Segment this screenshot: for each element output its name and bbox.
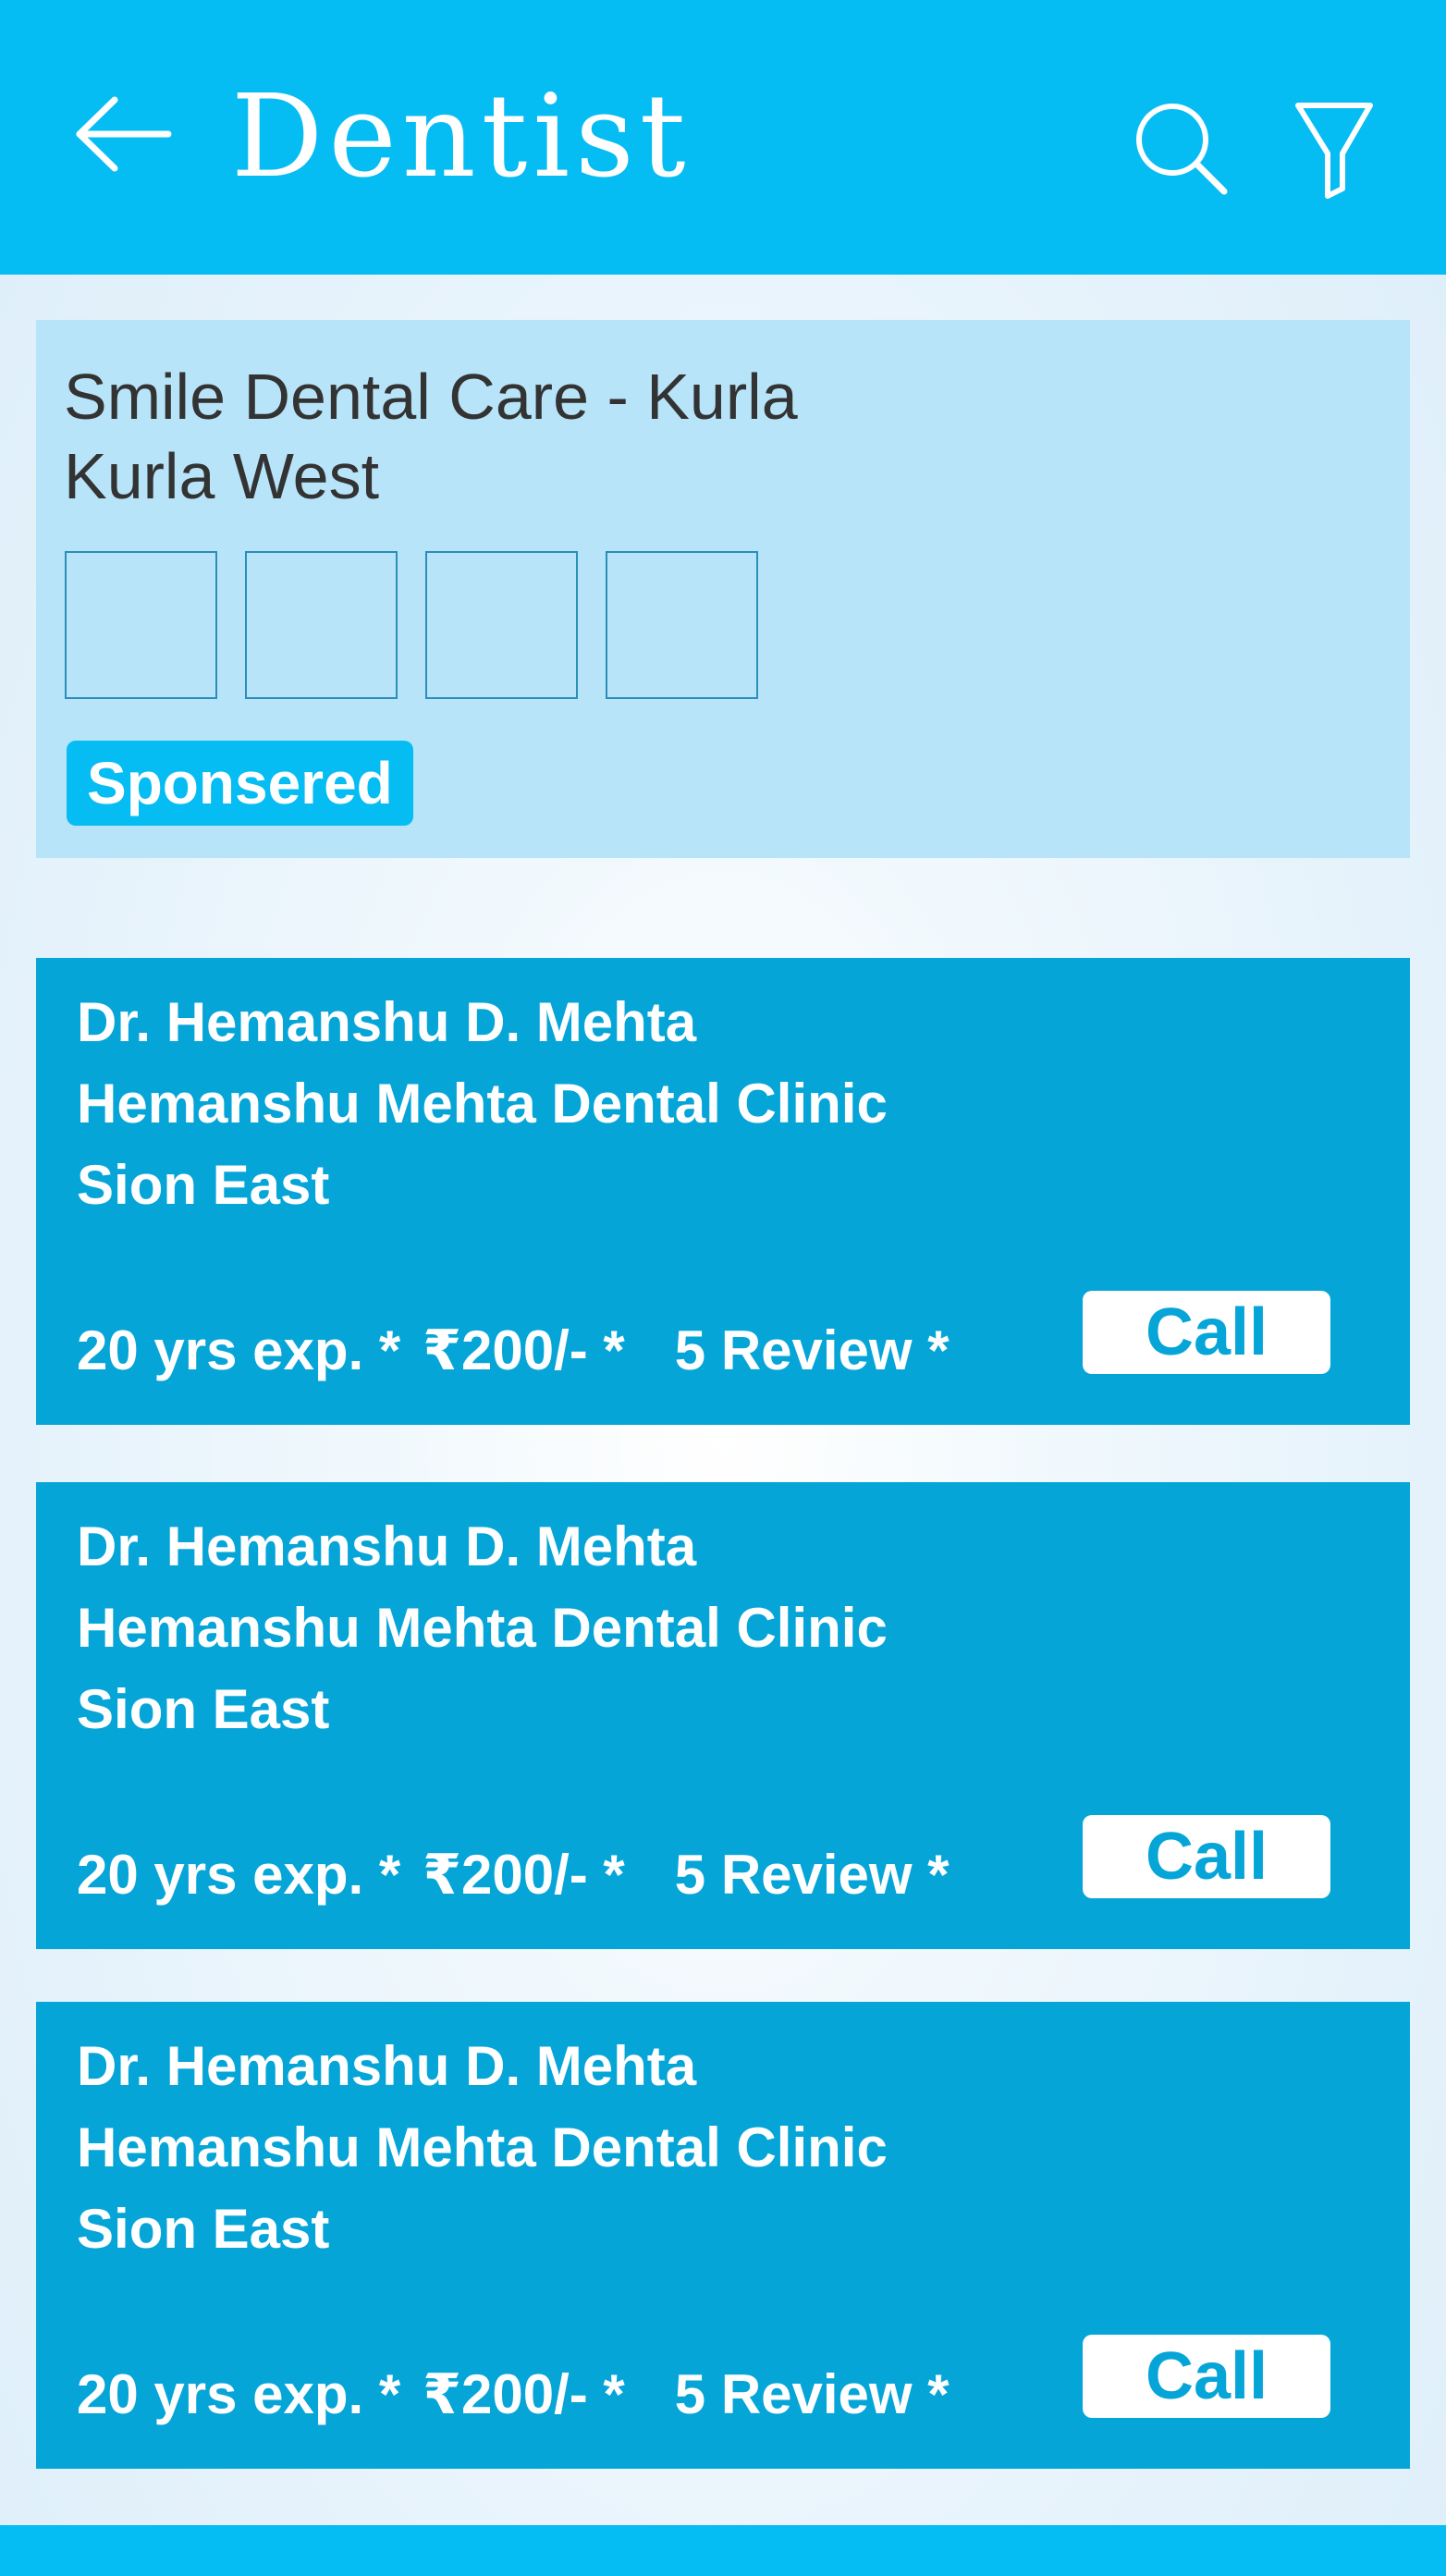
doctor-listing-card[interactable]: Dr. Hemanshu D. Mehta Hemanshu Mehta Den… — [36, 958, 1410, 1425]
sponsored-listing-card[interactable]: Smile Dental Care - Kurla Kurla West Spo… — [36, 320, 1410, 858]
bottom-bar — [0, 2525, 1446, 2576]
doctor-name: Dr. Hemanshu D. Mehta — [77, 991, 697, 1053]
call-button[interactable]: Call — [1083, 1815, 1330, 1898]
doctor-listing-card[interactable]: Dr. Hemanshu D. Mehta Hemanshu Mehta Den… — [36, 1482, 1410, 1949]
filter-button[interactable] — [1293, 100, 1376, 202]
fee-text: ₹200/- * — [423, 2363, 625, 2425]
photo-thumbnail[interactable] — [425, 551, 578, 699]
arrow-left-icon — [76, 96, 172, 172]
experience-text: 20 yrs exp. * — [77, 2363, 401, 2425]
doctor-meta-row: 20 yrs exp. * ₹200/- * 5 Review * — [77, 2353, 950, 2436]
review-count[interactable]: 5 Review * — [675, 1834, 950, 1917]
clinic-name: Hemanshu Mehta Dental Clinic — [77, 2116, 888, 2178]
search-button[interactable] — [1130, 97, 1232, 199]
page-title: Dentist — [231, 70, 692, 203]
clinic-area: Sion East — [77, 1678, 330, 1740]
doctor-name: Dr. Hemanshu D. Mehta — [77, 1515, 697, 1577]
filter-icon — [1295, 103, 1373, 199]
app-header: Dentist — [0, 0, 1446, 275]
sponsored-badge: Sponsered — [67, 741, 413, 826]
experience-text: 20 yrs exp. * — [77, 1319, 401, 1381]
doctor-meta-row: 20 yrs exp. * ₹200/- * 5 Review * — [77, 1309, 950, 1392]
review-count[interactable]: 5 Review * — [675, 1309, 950, 1392]
call-button[interactable]: Call — [1083, 1291, 1330, 1374]
photo-thumbnail[interactable] — [606, 551, 758, 699]
sponsored-photo-strip — [65, 551, 758, 701]
sponsored-clinic-name: Smile Dental Care - Kurla — [64, 361, 798, 433]
back-button[interactable] — [72, 92, 192, 194]
doctor-listing-card[interactable]: Dr. Hemanshu D. Mehta Hemanshu Mehta Den… — [36, 2002, 1410, 2469]
experience-text: 20 yrs exp. * — [77, 1844, 401, 1906]
fee-text: ₹200/- * — [423, 1319, 625, 1381]
sponsored-clinic-location: Kurla West — [64, 440, 380, 512]
review-count[interactable]: 5 Review * — [675, 2353, 950, 2436]
clinic-area: Sion East — [77, 1154, 330, 1216]
photo-thumbnail[interactable] — [245, 551, 398, 699]
search-icon — [1136, 104, 1228, 195]
doctor-meta-row: 20 yrs exp. * ₹200/- * 5 Review * — [77, 1834, 950, 1917]
call-button[interactable]: Call — [1083, 2335, 1330, 2418]
doctor-name: Dr. Hemanshu D. Mehta — [77, 2035, 697, 2097]
fee-text: ₹200/- * — [423, 1844, 625, 1906]
clinic-name: Hemanshu Mehta Dental Clinic — [77, 1597, 888, 1659]
photo-thumbnail[interactable] — [65, 551, 217, 699]
clinic-name: Hemanshu Mehta Dental Clinic — [77, 1073, 888, 1135]
clinic-area: Sion East — [77, 2198, 330, 2260]
